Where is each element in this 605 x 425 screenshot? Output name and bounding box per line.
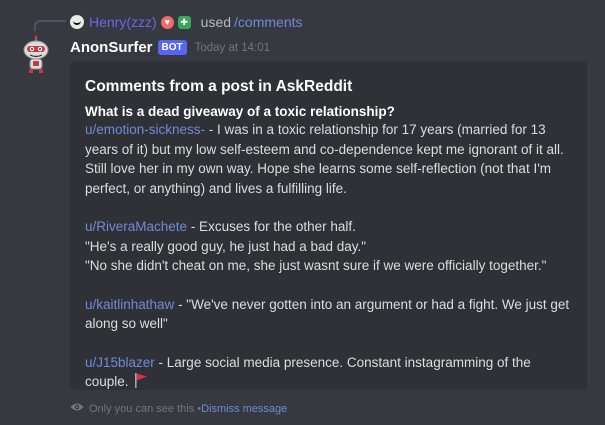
comment-item: u/emotion-sickness- - I was in a toxic r… (85, 120, 571, 198)
comment-item: u/J15blazer - Large social media presenc… (85, 353, 571, 394)
bot-avatar[interactable] (16, 35, 56, 75)
post-question: What is a dead giveaway of a toxic relat… (85, 104, 395, 119)
comment-author-link[interactable]: u/RiveraMachete (85, 219, 187, 234)
comment-author-link[interactable]: u/kaitlinhathaw (85, 297, 174, 312)
reply-spine (34, 20, 66, 31)
bot-badge: BOT (157, 40, 187, 55)
command-name[interactable]: /comments (234, 14, 302, 30)
timestamp[interactable]: Today at 14:01 (195, 42, 270, 54)
eye-icon (70, 402, 84, 415)
comment-item: u/RiveraMachete - Excuses for the other … (85, 217, 571, 276)
comment-item: u/kaitlinhathaw - "We've never gotten in… (85, 295, 571, 334)
robot-avatar-icon (23, 35, 49, 73)
message-header: AnonSurfer BOT Today at 14:01 (70, 39, 270, 56)
red-flag-icon (134, 372, 148, 394)
status-badge-icon: ♥ (160, 15, 174, 29)
dismiss-message-link[interactable]: Dismiss message (201, 403, 287, 415)
ephemeral-text: Only you can see this • (89, 402, 202, 415)
command-used-label: used (200, 14, 232, 30)
comment-text-line: "He's a really good guy, he just had a b… (85, 238, 367, 254)
comment-text-line: "No she didn't cheat on me, she just was… (85, 258, 547, 273)
user-avatar[interactable] (70, 15, 84, 29)
comment-author-link[interactable]: u/emotion-sickness- (85, 122, 205, 137)
comment-author-link[interactable]: u/J15blazer (85, 355, 155, 370)
embed-title: Comments from a post in AskReddit (85, 78, 353, 95)
author-name[interactable]: AnonSurfer (70, 39, 153, 56)
command-user[interactable]: Henry(zzz) (89, 14, 157, 30)
command-line: Henry(zzz) ♥ ✚ used /comments (70, 13, 303, 31)
ephemeral-notice: Only you can see this • Dismiss message (70, 402, 287, 415)
comment-text: - Excuses for the other half. (187, 219, 356, 234)
comments-embed: Comments from a post in AskReddit What i… (70, 61, 587, 390)
nitro-badge-icon: ✚ (177, 15, 191, 29)
